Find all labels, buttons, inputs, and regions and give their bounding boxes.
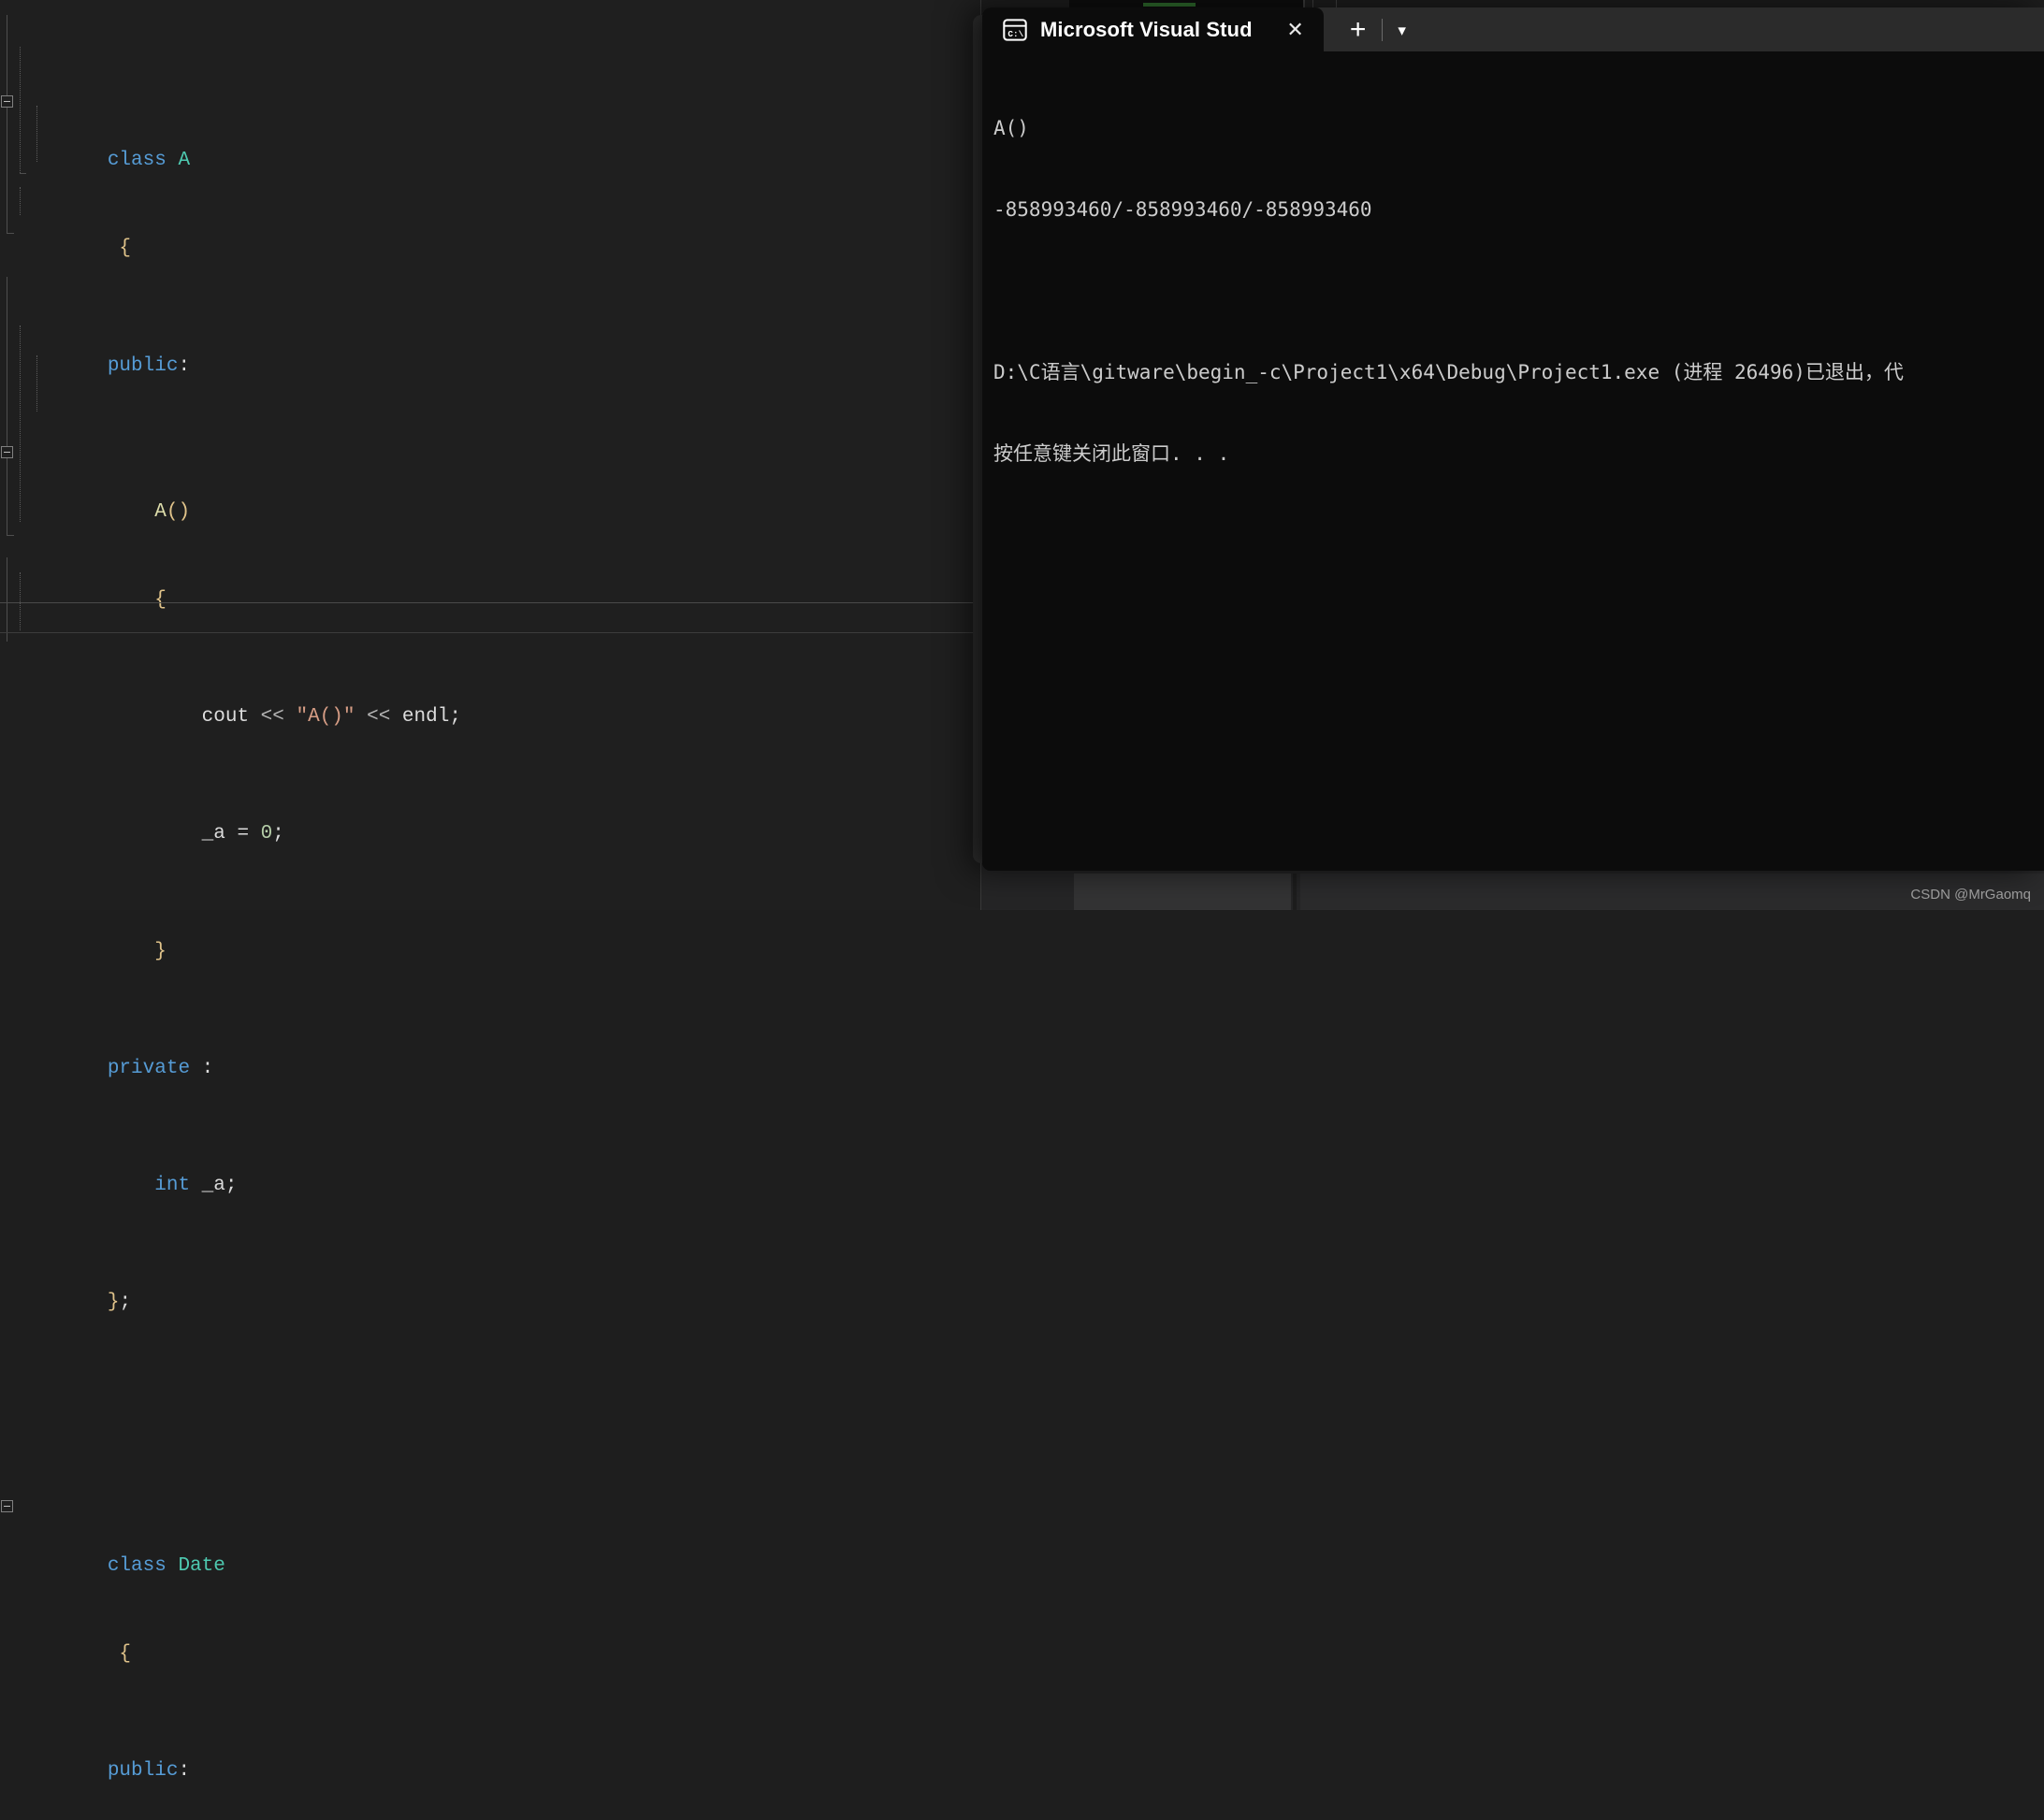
new-tab-icon[interactable]: + — [1342, 14, 1374, 46]
code-line[interactable]: class Date — [0, 1493, 980, 1577]
code-line-blank[interactable] — [0, 1376, 980, 1405]
console-tab[interactable]: C:\ Microsoft Visual Stud ✕ — [982, 7, 1324, 51]
token-operator: << — [260, 706, 284, 729]
token-brace: { — [107, 1642, 132, 1665]
vs-tab-label-ghost — [1143, 3, 1196, 7]
token-brace: } — [107, 1292, 120, 1314]
token-keyword: class — [107, 1554, 167, 1577]
console-output-line: D:\C语言\gitware\begin_-c\Project1\x64\Deb… — [993, 361, 1904, 383]
code-line[interactable]: private : — [0, 1024, 980, 1079]
svg-text:C:\: C:\ — [1008, 28, 1023, 38]
chevron-down-icon[interactable]: ▾ — [1386, 14, 1418, 46]
token-type: A — [178, 150, 191, 172]
token-keyword: private — [107, 1057, 191, 1079]
code-line[interactable]: } — [0, 907, 980, 962]
command-prompt-icon: C:\ — [1003, 18, 1027, 41]
token-keyword: class — [107, 150, 167, 172]
console-output[interactable]: A() -858993460/-858993460/-858993460 D:\… — [982, 51, 2044, 871]
token-keyword: int — [107, 1174, 191, 1196]
token-brace: } — [107, 940, 167, 962]
code-editor-surface[interactable]: class A { public: A() { cout << "A()" <<… — [0, 0, 980, 1782]
vs-status-divider — [1293, 874, 1297, 910]
code-line[interactable]: class A — [0, 88, 980, 171]
code-line[interactable]: }; — [0, 1259, 980, 1313]
code-line[interactable]: { — [0, 556, 980, 611]
code-line[interactable]: public: — [0, 322, 980, 377]
console-output-line-blank — [993, 278, 2044, 305]
token-brace: { — [107, 238, 132, 260]
titlebar-divider — [1381, 19, 1383, 41]
token-brace: { — [107, 588, 167, 611]
token-function: A — [107, 501, 167, 524]
vs-editor-rule — [0, 632, 980, 633]
fold-collapse-icon[interactable] — [1, 94, 13, 108]
fold-collapse-icon[interactable] — [1, 446, 13, 459]
token-keyword: public — [107, 354, 179, 377]
close-icon[interactable]: ✕ — [1283, 17, 1309, 43]
token-number: 0 — [260, 823, 273, 845]
code-line[interactable]: { — [0, 1610, 980, 1665]
fold-collapse-icon[interactable] — [1, 1500, 13, 1513]
token-keyword: public — [107, 1759, 179, 1782]
code-line[interactable]: int _a; — [0, 1142, 980, 1196]
token-string: "A()" — [296, 706, 355, 729]
code-line[interactable]: public: — [0, 1727, 980, 1782]
console-titlebar[interactable]: C:\ Microsoft Visual Stud ✕ + ▾ — [982, 7, 2044, 51]
console-output-line: -858993460/-858993460/-858993460 — [993, 198, 1372, 221]
code-line[interactable]: A() — [0, 439, 980, 523]
code-line[interactable]: _a = 0; — [0, 790, 980, 845]
console-output-line: A() — [993, 117, 1029, 139]
token-type: Date — [178, 1554, 225, 1577]
code-text[interactable]: class A { public: A() { cout << "A()" <<… — [0, 0, 980, 1820]
watermark: CSDN @MrGaomq — [1910, 887, 2031, 903]
vs-status-segment — [1074, 874, 1291, 910]
console-output-line: 按任意键关闭此窗口. . . — [993, 442, 1230, 465]
code-line[interactable]: cout << "A()" << endl; — [0, 673, 980, 728]
console-tab-title: Microsoft Visual Stud — [1040, 17, 1253, 41]
code-line[interactable]: { — [0, 205, 980, 259]
console-window[interactable]: C:\ Microsoft Visual Stud ✕ + ▾ A() -858… — [982, 7, 2044, 871]
vs-editor-rule — [0, 602, 980, 603]
